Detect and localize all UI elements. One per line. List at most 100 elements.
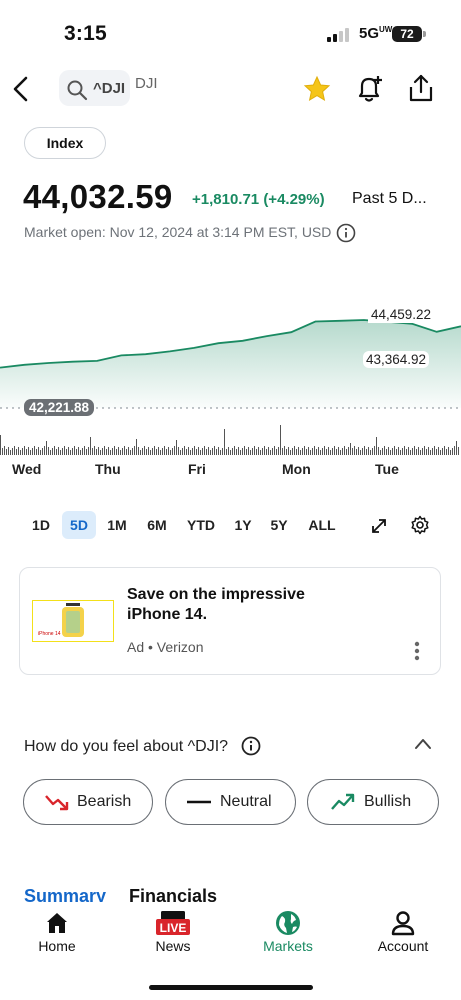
account-person-icon xyxy=(391,911,415,936)
nav-news[interactable]: LIVE News xyxy=(128,902,218,954)
volume-bar xyxy=(292,448,293,455)
volume-bar xyxy=(168,447,169,455)
bullish-button[interactable]: Bullish xyxy=(307,779,439,825)
nav-account[interactable]: Account xyxy=(358,902,448,954)
add-alert-bell-icon[interactable] xyxy=(353,73,385,105)
volume-bar xyxy=(232,448,233,455)
volume-bar xyxy=(84,446,85,455)
volume-bar xyxy=(144,446,145,455)
volume-bar xyxy=(334,446,335,455)
market-status: Market open: Nov 12, 2024 at 3:14 PM EST… xyxy=(24,224,332,240)
volume-bar xyxy=(410,450,411,455)
volume-bar xyxy=(50,450,51,455)
volume-bar xyxy=(444,446,445,455)
volume-bar xyxy=(214,446,215,455)
nav-home[interactable]: Home xyxy=(12,902,102,954)
volume-bar xyxy=(136,439,137,455)
volume-bar xyxy=(44,446,45,455)
fullscreen-expand-icon[interactable] xyxy=(369,516,389,536)
volume-bar xyxy=(72,448,73,455)
volume-bar xyxy=(330,450,331,455)
nav-home-label: Home xyxy=(38,938,76,954)
network-indicator: 5GUW xyxy=(359,25,393,42)
ad-title[interactable]: Save on the impressive iPhone 14. xyxy=(127,585,327,625)
volume-bar xyxy=(128,447,129,455)
back-arrow-icon[interactable] xyxy=(8,73,38,105)
volume-bar xyxy=(372,448,373,455)
trend-up-icon xyxy=(331,793,355,810)
range-5y[interactable]: 5Y xyxy=(264,511,294,539)
volume-bar xyxy=(160,450,161,455)
range-6m[interactable]: 6M xyxy=(140,511,174,539)
volume-bar xyxy=(226,449,227,455)
volume-bar xyxy=(398,447,399,455)
volume-bar xyxy=(36,449,37,455)
search-icon xyxy=(67,80,88,101)
volume-bar xyxy=(18,447,19,455)
volume-bar xyxy=(422,448,423,455)
volume-bar xyxy=(358,447,359,455)
price-change: +1,810.71 (+4.29%) xyxy=(192,191,325,208)
volume-bar xyxy=(374,446,375,455)
volume-bar xyxy=(58,447,59,455)
bullish-label: Bullish xyxy=(364,793,412,810)
watchlist-star-icon[interactable] xyxy=(303,75,331,103)
volume-bar xyxy=(12,448,13,455)
volume-bar xyxy=(326,449,327,455)
volume-bar xyxy=(318,447,319,455)
info-icon[interactable] xyxy=(336,223,356,243)
range-5d[interactable]: 5D xyxy=(62,511,96,539)
range-1m[interactable]: 1M xyxy=(101,511,133,539)
range-ytd[interactable]: YTD xyxy=(182,511,220,539)
volume-bar xyxy=(296,449,297,455)
volume-bar xyxy=(260,450,261,455)
volume-bar xyxy=(54,446,55,455)
ad-sponsor: Ad • Verizon xyxy=(127,639,204,655)
volume-bar xyxy=(92,448,93,455)
chart-settings-gear-icon[interactable] xyxy=(410,515,430,535)
volume-bar xyxy=(186,449,187,455)
volume-bar xyxy=(270,450,271,455)
volume-bar xyxy=(362,448,363,455)
volume-bar xyxy=(88,447,89,455)
share-icon[interactable] xyxy=(405,72,437,104)
bearish-button[interactable]: Bearish xyxy=(23,779,153,825)
volume-bar xyxy=(126,449,127,455)
volume-bar xyxy=(134,446,135,455)
volume-bar xyxy=(380,450,381,455)
volume-bar xyxy=(10,450,11,455)
volume-bar xyxy=(312,448,313,455)
volume-bar xyxy=(26,449,27,455)
volume-bar xyxy=(130,450,131,455)
current-price: 44,032.59 xyxy=(23,178,173,215)
volume-bar xyxy=(34,446,35,455)
volume-bar xyxy=(288,447,289,455)
volume-bar xyxy=(52,448,53,455)
range-1y[interactable]: 1Y xyxy=(228,511,258,539)
volume-bar xyxy=(404,446,405,455)
volume-bar xyxy=(222,448,223,455)
volume-bar xyxy=(396,449,397,455)
x-tick-label: Thu xyxy=(95,461,121,477)
asset-type-pill: Index xyxy=(24,127,106,159)
volume-bar xyxy=(430,450,431,455)
volume-bar xyxy=(346,449,347,455)
symbol-name: DJI xyxy=(135,75,158,92)
volume-bar xyxy=(284,446,285,455)
nav-markets[interactable]: Markets xyxy=(243,902,333,954)
neutral-button[interactable]: Neutral xyxy=(165,779,296,825)
volume-bar xyxy=(140,450,141,455)
search-query[interactable]: ^DJI xyxy=(93,80,125,97)
volume-bar xyxy=(332,448,333,455)
volume-bar xyxy=(310,450,311,455)
ad-image[interactable]: iPhone 14 xyxy=(32,600,114,642)
info-icon[interactable] xyxy=(241,736,261,756)
volume-bar xyxy=(414,446,415,455)
x-tick-label: Mon xyxy=(282,461,311,477)
range-1d[interactable]: 1D xyxy=(25,511,57,539)
sentiment-question: How do you feel about ^DJI? xyxy=(24,738,229,755)
volume-bar xyxy=(14,446,15,455)
range-all[interactable]: ALL xyxy=(302,511,342,539)
chevron-up-icon[interactable] xyxy=(413,735,433,753)
more-options-icon[interactable] xyxy=(412,640,422,662)
